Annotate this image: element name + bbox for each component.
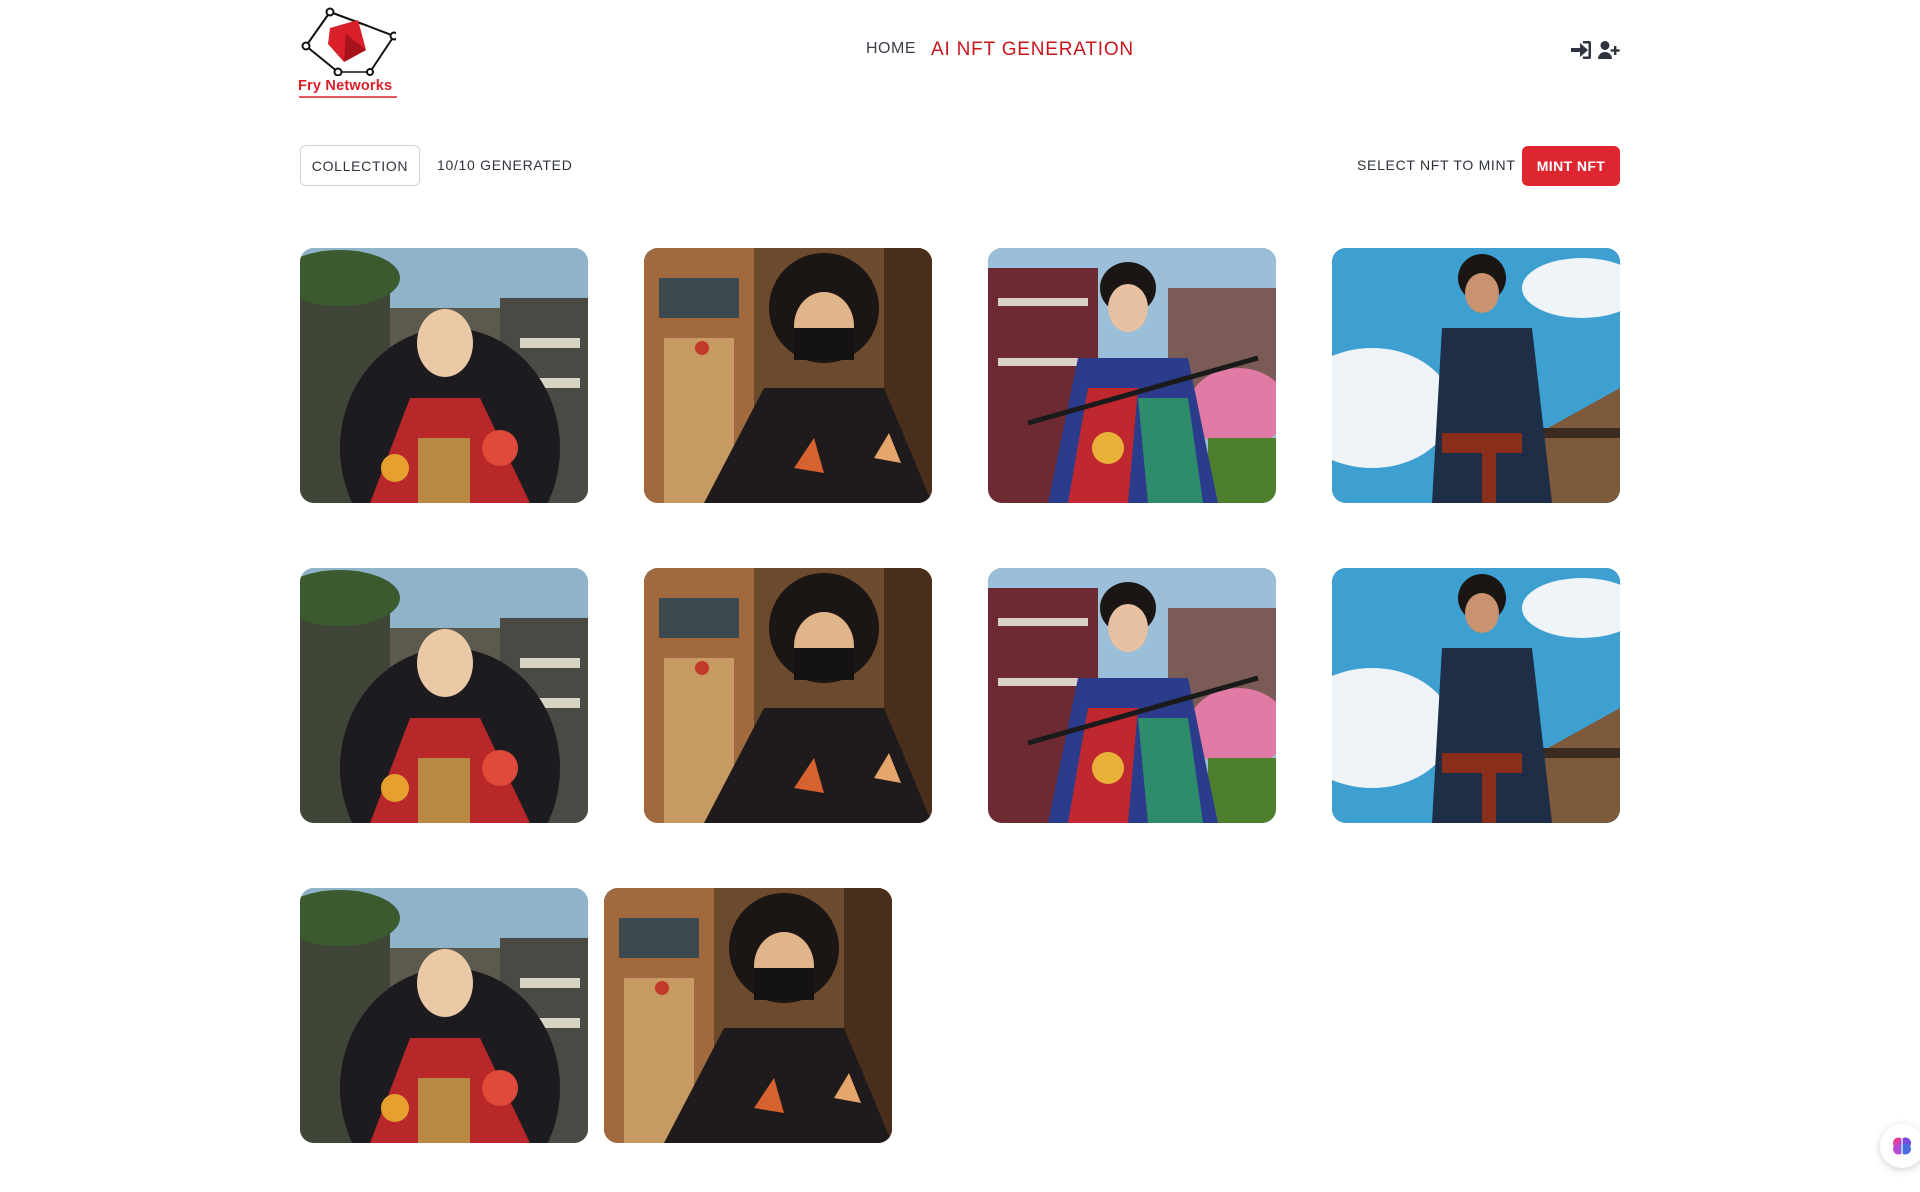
mint-nft-button[interactable]: MINT NFT (1522, 146, 1620, 186)
nft-card-10[interactable] (604, 888, 892, 1143)
nft-card-9[interactable] (300, 888, 588, 1143)
logo[interactable]: Fry Networks (298, 2, 398, 98)
nft-card-6[interactable] (644, 568, 932, 823)
nft-image (300, 888, 588, 1143)
assistant-widget-button[interactable] (1880, 1124, 1920, 1168)
nav-ai-nft-generation[interactable]: AI NFT GENERATION (931, 39, 1134, 61)
nft-image (1332, 568, 1620, 823)
user-plus-icon[interactable] (1598, 40, 1620, 60)
nft-image (644, 568, 932, 823)
nft-image (604, 888, 892, 1143)
nft-card-3[interactable] (988, 248, 1276, 503)
brand-name: Fry Networks (298, 78, 393, 94)
nft-image (300, 248, 588, 503)
generated-count: 10/10 GENERATED (437, 157, 573, 173)
nav-home[interactable]: HOME (866, 40, 916, 58)
sign-in-icon[interactable] (1570, 40, 1592, 60)
nft-image (988, 248, 1276, 503)
brand-tagline-rule (299, 96, 397, 98)
nft-image (1332, 248, 1620, 503)
logo-mark-icon (301, 7, 396, 76)
nft-card-4[interactable] (1332, 248, 1620, 503)
nft-card-1[interactable] (300, 248, 588, 503)
brain-icon (1893, 1137, 1911, 1155)
nft-image (988, 568, 1276, 823)
nft-card-5[interactable] (300, 568, 588, 823)
select-nft-hint: SELECT NFT TO MINT (1357, 157, 1516, 173)
nft-card-2[interactable] (644, 248, 932, 503)
nft-image (300, 568, 588, 823)
collection-button[interactable]: COLLECTION (300, 145, 420, 186)
nft-image (644, 248, 932, 503)
nft-card-7[interactable] (988, 568, 1276, 823)
nft-card-8[interactable] (1332, 568, 1620, 823)
